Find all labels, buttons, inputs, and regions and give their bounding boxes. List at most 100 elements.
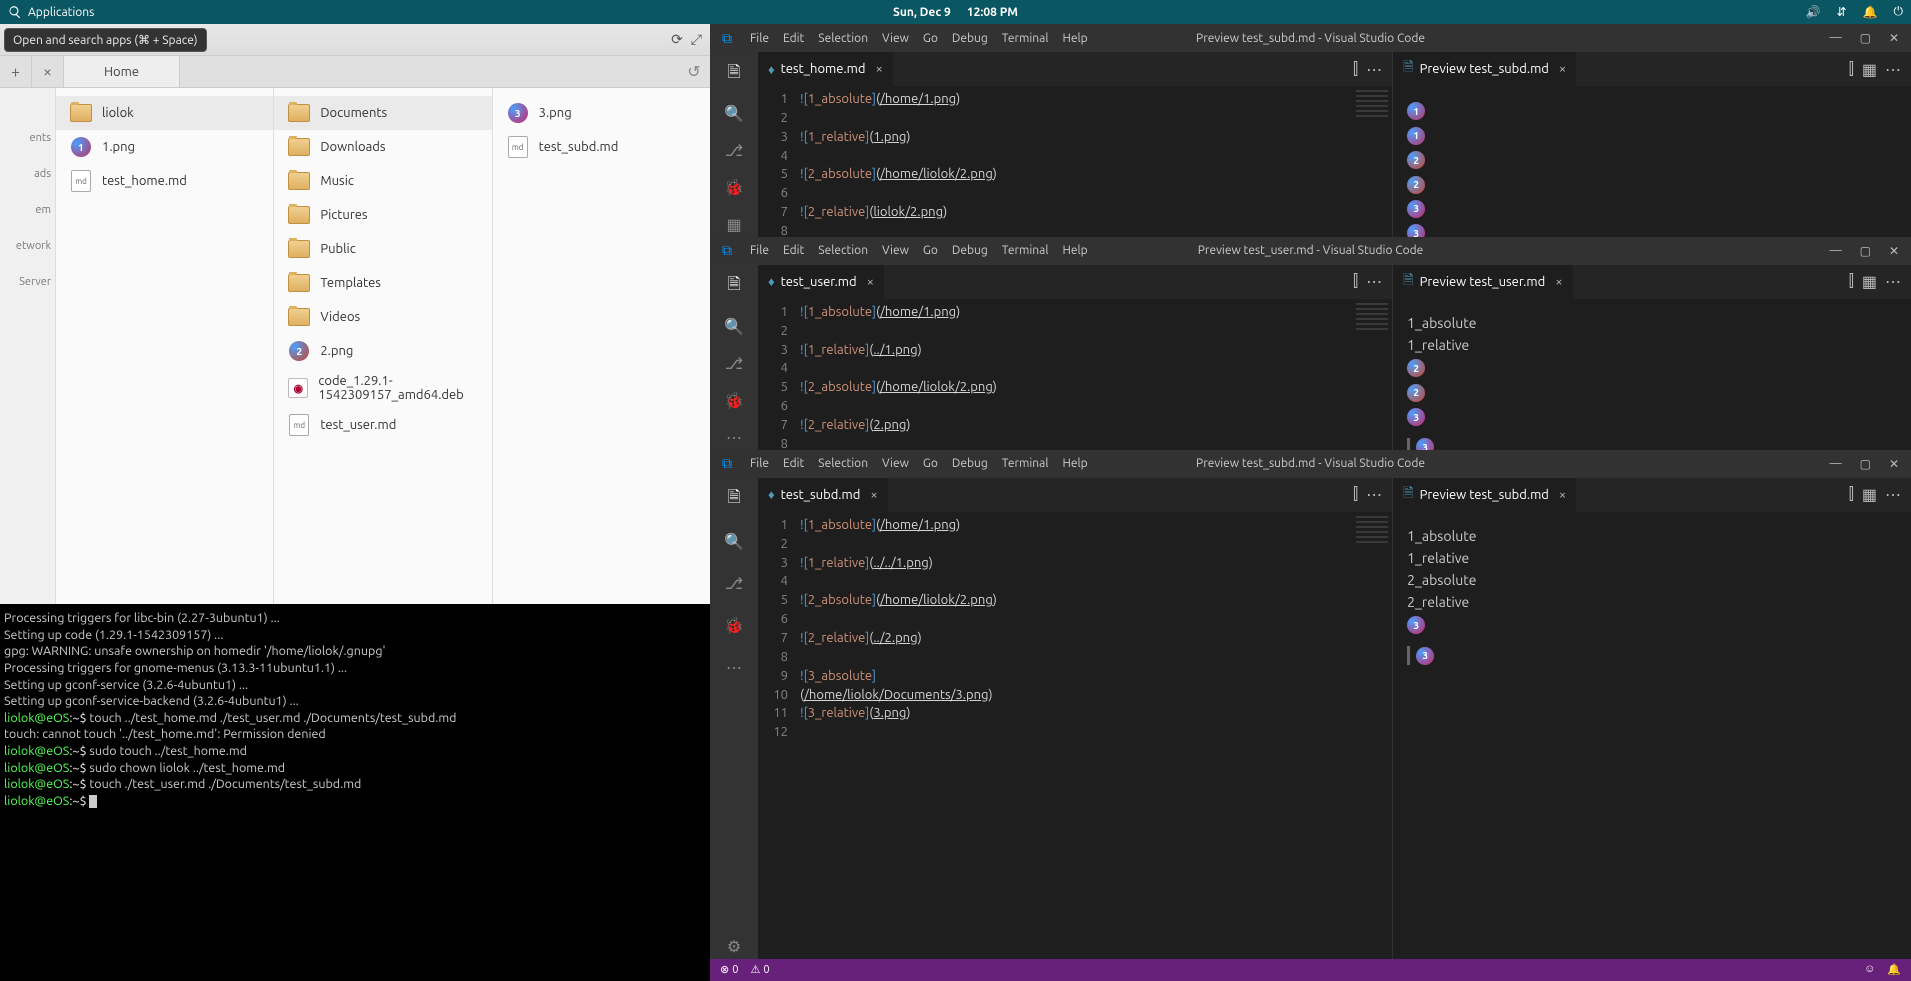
open-preview-icon[interactable]: ⫿ [1353, 272, 1358, 291]
explorer-icon[interactable]: 🗎 [722, 488, 746, 512]
editor-tab[interactable]: ♦test_home.md× [758, 52, 894, 86]
fm-item-file[interactable]: md test_home.md [56, 164, 273, 198]
power-icon[interactable]: ⏻ [1894, 5, 1904, 19]
notification-icon[interactable]: 🔔 [1863, 5, 1878, 19]
fm-item-package[interactable]: ◉code_1.29.1-1542309157_amd64.deb [274, 368, 491, 408]
sidebar-item[interactable]: Server [4, 276, 51, 288]
more-icon[interactable]: ⋯ [722, 428, 746, 447]
status-bar[interactable]: ⊗ 0 ⚠ 0 ☺ 🔔 [710, 959, 1911, 981]
menu-edit[interactable]: Edit [783, 244, 804, 257]
fm-item-folder[interactable]: Pictures [274, 198, 491, 232]
more-icon[interactable]: ⋯ [1885, 272, 1901, 291]
fm-item-folder[interactable]: Videos [274, 300, 491, 334]
fm-item-folder[interactable]: Public [274, 232, 491, 266]
menu-go[interactable]: Go [923, 244, 938, 257]
menu-file[interactable]: File [750, 457, 769, 470]
show-source-icon[interactable]: ▦ [1862, 60, 1877, 79]
fm-tab-home[interactable]: Home [64, 56, 180, 87]
search-icon[interactable]: 🔍 [722, 530, 746, 554]
source-control-icon[interactable]: ⎇ [722, 354, 746, 373]
status-warnings[interactable]: ⚠ 0 [750, 963, 769, 976]
show-source-icon[interactable]: ▦ [1862, 272, 1877, 291]
source-control-icon[interactable]: ⎇ [722, 572, 746, 596]
close-icon[interactable]: ✕ [1889, 244, 1899, 258]
fm-item-folder[interactable]: Templates [274, 266, 491, 300]
more-icon[interactable]: ⋯ [722, 656, 746, 680]
more-icon[interactable]: ⋯ [1366, 60, 1382, 79]
debug-icon[interactable]: 🐞 [722, 391, 746, 410]
panel-time[interactable]: 12:08 PM [967, 6, 1018, 19]
fm-item-file[interactable]: mdtest_user.md [274, 408, 491, 442]
maximize-icon[interactable]: ⤢ [691, 31, 702, 48]
code-editor[interactable]: 123456789101112 ![1_absolute](/home/1.pn… [758, 512, 1392, 959]
menu-debug[interactable]: Debug [952, 32, 988, 45]
menu-selection[interactable]: Selection [818, 32, 868, 45]
menu-go[interactable]: Go [923, 32, 938, 45]
vsc-titlebar[interactable]: ⧉ File Edit Selection View Go Debug Term… [710, 24, 1911, 52]
debug-icon[interactable]: 🐞 [722, 178, 746, 197]
debug-icon[interactable]: 🐞 [722, 614, 746, 638]
menu-help[interactable]: Help [1062, 457, 1087, 470]
more-icon[interactable]: ⋯ [1885, 60, 1901, 79]
open-preview-icon[interactable]: ⫿ [1353, 485, 1358, 504]
menu-debug[interactable]: Debug [952, 457, 988, 470]
fm-item-image[interactable]: 33.png [493, 96, 710, 130]
sidebar-item[interactable]: etwork [4, 240, 51, 252]
menu-edit[interactable]: Edit [783, 32, 804, 45]
maximize-icon[interactable]: ▢ [1860, 31, 1871, 45]
minimap[interactable] [1352, 512, 1392, 959]
fm-item-folder[interactable]: Music [274, 164, 491, 198]
explorer-icon[interactable]: 🗎 [722, 275, 746, 299]
close-tab-icon[interactable]: × [1555, 275, 1562, 289]
maximize-icon[interactable]: ▢ [1860, 244, 1871, 258]
minimize-icon[interactable]: — [1830, 31, 1842, 45]
menu-selection[interactable]: Selection [818, 457, 868, 470]
fm-item-folder[interactable]: liolok [56, 96, 273, 130]
fm-item-folder[interactable]: Documents [274, 96, 491, 130]
minimap[interactable] [1352, 86, 1392, 237]
reload-icon[interactable]: ⟳ [671, 31, 683, 48]
close-icon[interactable]: ✕ [1889, 457, 1899, 471]
close-tab-icon[interactable]: × [867, 275, 874, 289]
history-icon[interactable]: ↺ [678, 56, 710, 87]
notifications-icon[interactable]: 🔔 [1887, 963, 1901, 976]
preview-tab[interactable]: 🗎Preview test_subd.md× [1393, 52, 1577, 86]
network-icon[interactable]: ⇵ [1836, 5, 1846, 19]
sidebar-item[interactable]: ads [4, 168, 51, 180]
menu-edit[interactable]: Edit [783, 457, 804, 470]
menu-go[interactable]: Go [923, 457, 938, 470]
more-icon[interactable]: ⋯ [1366, 485, 1382, 504]
new-tab-button[interactable]: + [0, 56, 32, 87]
fm-item-image[interactable]: 22.png [274, 334, 491, 368]
markdown-preview[interactable]: 1_absolute 1_relative 2 2 3 3 [1393, 299, 1911, 450]
vsc-titlebar[interactable]: ⧉ File Edit Selection View Go Debug Term… [710, 450, 1911, 478]
applications-menu[interactable]: Applications [28, 6, 94, 19]
search-icon[interactable]: 🔍 [722, 317, 746, 336]
fm-item-file[interactable]: mdtest_subd.md [493, 130, 710, 164]
search-icon[interactable]: 🔍 [722, 104, 746, 123]
minimize-icon[interactable]: — [1830, 457, 1842, 471]
close-tab-button[interactable]: × [32, 56, 64, 87]
sidebar-item[interactable]: ents [4, 132, 51, 144]
extensions-icon[interactable]: ▦ [722, 215, 746, 234]
close-tab-icon[interactable]: × [1559, 488, 1566, 502]
show-source-icon[interactable]: ▦ [1862, 485, 1877, 504]
code-editor[interactable]: 123456789101112 ![1_absolute](/home/1.pn… [758, 86, 1392, 237]
menu-file[interactable]: File [750, 244, 769, 257]
code-editor[interactable]: 123456789101112 ![1_absolute](/home/1.pn… [758, 299, 1392, 450]
fm-item-folder[interactable]: Downloads [274, 130, 491, 164]
close-tab-icon[interactable]: × [1559, 62, 1566, 76]
search-icon[interactable] [8, 5, 22, 19]
editor-tab[interactable]: ♦test_user.md× [758, 265, 885, 299]
volume-icon[interactable]: 🔊 [1806, 5, 1821, 19]
menu-selection[interactable]: Selection [818, 244, 868, 257]
split-editor-icon[interactable]: ⫿ [1849, 60, 1854, 79]
menu-view[interactable]: View [882, 457, 909, 470]
vsc-titlebar[interactable]: ⧉ File Edit Selection View Go Debug Term… [710, 237, 1911, 265]
maximize-icon[interactable]: ▢ [1860, 457, 1871, 471]
status-errors[interactable]: ⊗ 0 [720, 963, 738, 976]
menu-help[interactable]: Help [1062, 244, 1087, 257]
menu-view[interactable]: View [882, 244, 909, 257]
preview-tab[interactable]: 🗎Preview test_user.md× [1393, 265, 1573, 299]
settings-icon[interactable]: ⚙ [722, 935, 746, 959]
